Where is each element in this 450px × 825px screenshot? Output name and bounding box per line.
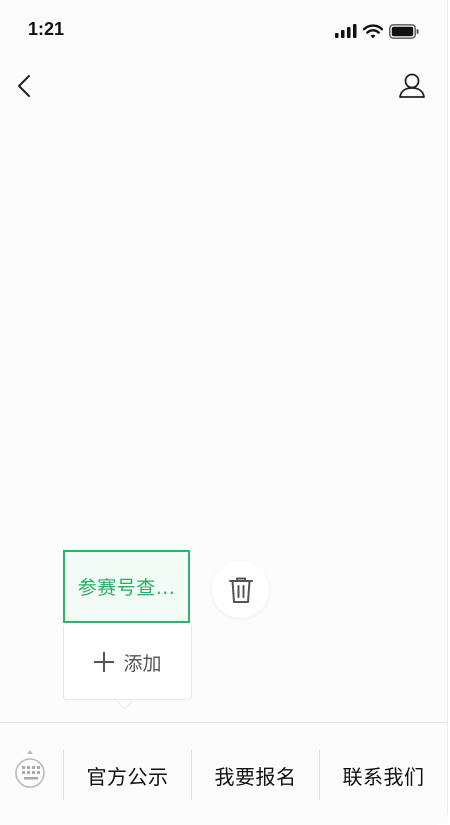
user-icon (399, 73, 425, 98)
submenu-item-selected[interactable]: 参赛号查... (63, 550, 190, 623)
status-icons (335, 22, 419, 40)
add-submenu-button[interactable]: 添加 (63, 625, 192, 700)
profile-button[interactable] (397, 70, 427, 102)
back-button[interactable] (12, 70, 38, 102)
menu-tab-official-notice[interactable]: 官方公示 (64, 750, 191, 800)
chevron-left-icon (18, 75, 30, 97)
cellular-signal-icon (335, 24, 357, 38)
custom-menu-bar: 官方公示 我要报名 联系我们 (0, 722, 447, 825)
submenu-item-label: 参赛号查... (77, 577, 176, 599)
navigation-bar (0, 60, 447, 112)
status-bar: 1:21 (0, 0, 447, 60)
phone-screen: 1:21 参赛号查... 添加 官方公示 我要报名 联系我们 (0, 0, 448, 825)
submenu-popup: 参赛号查... 添加 (63, 550, 193, 710)
menu-tab-label: 我要报名 (214, 764, 297, 789)
menu-tab-label: 官方公示 (86, 764, 169, 789)
add-label: 添加 (123, 652, 162, 675)
delete-button[interactable] (212, 561, 269, 618)
battery-icon (389, 23, 419, 39)
menu-tab-contact-us[interactable]: 联系我们 (320, 750, 447, 800)
keyboard-toggle-button[interactable] (0, 723, 62, 825)
plus-icon (94, 652, 115, 672)
trash-icon (228, 577, 253, 603)
menu-tab-register[interactable]: 我要报名 (192, 750, 319, 800)
keyboard-icon (15, 750, 45, 788)
wifi-icon (363, 23, 383, 38)
status-time: 1:21 (28, 19, 65, 39)
menu-tab-label: 联系我们 (342, 764, 425, 789)
